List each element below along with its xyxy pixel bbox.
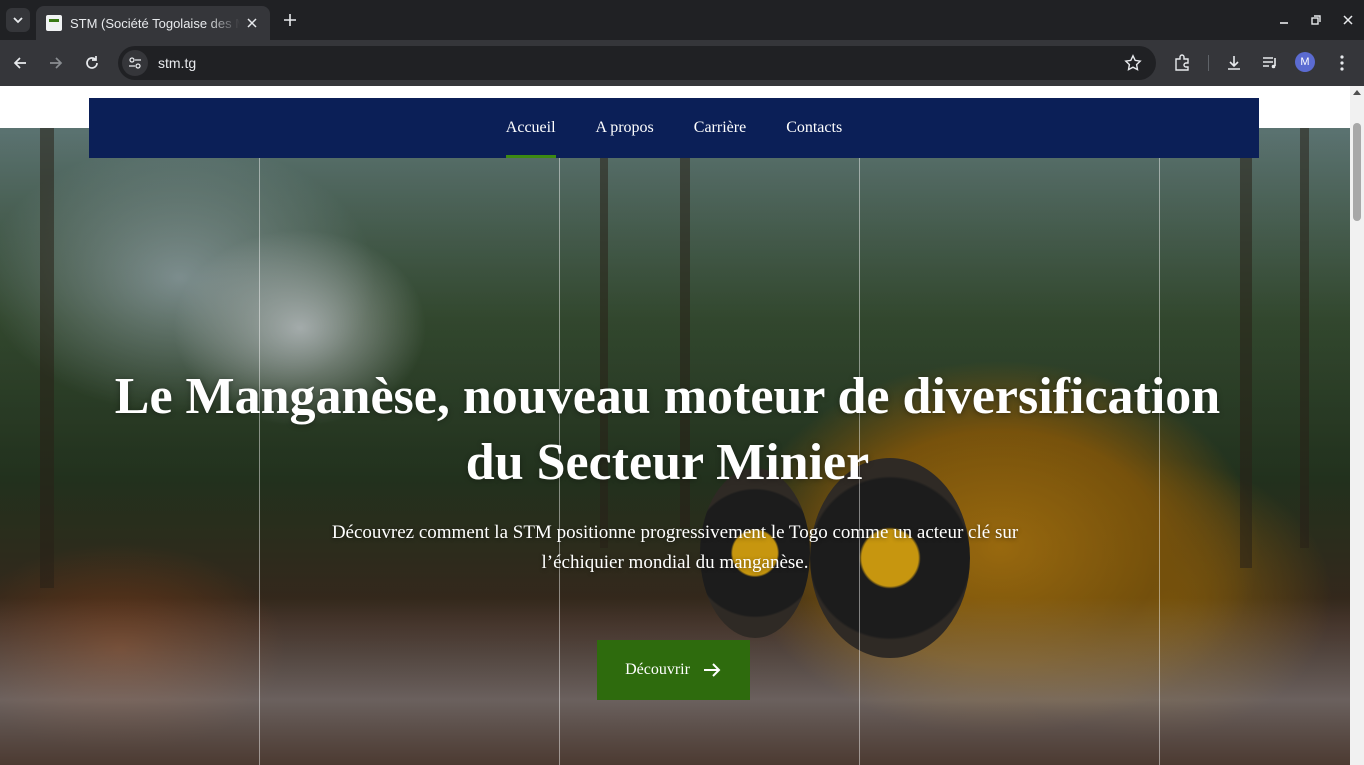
back-button[interactable] (6, 49, 34, 77)
page-viewport: Le Manganèse, nouveau moteur de diversif… (0, 86, 1350, 765)
discover-button-label: Découvrir (625, 661, 690, 678)
site-favicon-icon (46, 15, 62, 31)
nav-item-contacts[interactable]: Contacts (766, 98, 862, 158)
extensions-icon (1175, 54, 1189, 71)
browser-toolbar: stm.tg (0, 40, 1364, 86)
reload-button[interactable] (78, 49, 106, 77)
back-icon (13, 57, 26, 69)
tab-search-button[interactable] (6, 8, 30, 32)
arrow-right-icon (703, 663, 721, 677)
restore-icon (1311, 15, 1321, 25)
tab-title: STM (Société Togolaise des Mines) (70, 15, 240, 31)
discover-button[interactable]: Découvrir (597, 640, 750, 700)
chevron-down-icon (13, 17, 23, 24)
hero-background-tree (1240, 128, 1252, 568)
nav-item-a-propos[interactable]: A propos (576, 98, 674, 158)
forward-button[interactable] (42, 49, 70, 77)
browser-menu-button[interactable] (1328, 49, 1356, 77)
media-icon (1263, 57, 1276, 69)
address-bar[interactable]: stm.tg (118, 46, 1156, 80)
hero-background-tree (40, 128, 54, 588)
hero-background-tree (1300, 128, 1309, 548)
browser-tab[interactable]: STM (Société Togolaise des Mines) (36, 6, 270, 40)
close-window-icon (1343, 15, 1353, 25)
profile-avatar[interactable]: M (1295, 52, 1315, 72)
minimize-button[interactable] (1268, 0, 1300, 40)
media-controls-button[interactable] (1256, 49, 1284, 77)
forward-icon (50, 57, 63, 69)
hero-subtitle: Découvrez comment la STM positionne prog… (331, 522, 1019, 573)
menu-icon (1340, 55, 1344, 71)
toolbar-separator (1208, 55, 1209, 71)
hero-section: Le Manganèse, nouveau moteur de diversif… (0, 128, 1350, 765)
main-navigation: Accueil A propos Carrière Contacts (89, 98, 1259, 158)
window-controls (1268, 0, 1364, 40)
new-tab-button[interactable] (278, 8, 302, 32)
tab-close-button[interactable] (244, 15, 260, 31)
restore-button[interactable] (1300, 0, 1332, 40)
close-window-button[interactable] (1332, 0, 1364, 40)
page-scrollbar[interactable] (1350, 86, 1364, 765)
plus-icon (284, 14, 296, 26)
hero-title: Le Manganèse, nouveau moteur de diversif… (114, 368, 1221, 491)
download-icon (1228, 56, 1240, 70)
scroll-up-arrow-icon[interactable] (1353, 90, 1361, 95)
close-icon (247, 18, 257, 28)
extensions-button[interactable] (1168, 49, 1196, 77)
tab-strip: STM (Société Togolaise des Mines) (0, 0, 1364, 40)
nav-item-carriere[interactable]: Carrière (674, 98, 766, 158)
nav-item-accueil[interactable]: Accueil (486, 98, 576, 158)
star-icon[interactable] (1124, 54, 1142, 72)
download-button[interactable] (1220, 49, 1248, 77)
scrollbar-thumb[interactable] (1353, 123, 1361, 221)
site-info-button[interactable] (122, 50, 148, 76)
reload-icon (86, 56, 98, 69)
url-text: stm.tg (158, 55, 197, 71)
minimize-icon (1280, 22, 1288, 24)
site-info-icon (129, 57, 141, 69)
